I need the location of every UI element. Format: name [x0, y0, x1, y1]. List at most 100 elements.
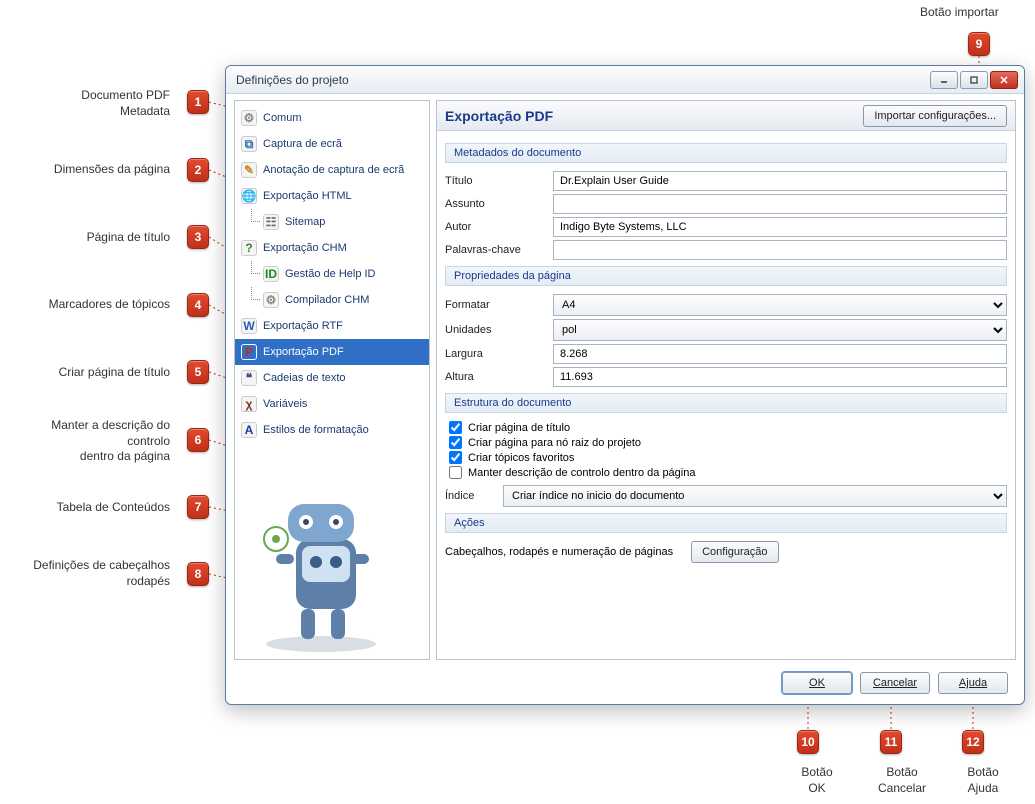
ok-button[interactable]: OK — [782, 672, 852, 694]
create-title-page-checkbox[interactable] — [449, 421, 462, 434]
capture-icon: ⧉ — [241, 136, 257, 152]
title-label: Título — [445, 175, 545, 187]
chmcomp-icon: ⚙ — [263, 292, 279, 308]
gear-icon: ⚙ — [241, 110, 257, 126]
annotation-badge-12: 12 — [962, 730, 984, 754]
window-title: Definições do projeto — [236, 73, 349, 87]
keep-control-desc-label: Manter descrição de controlo dentro da p… — [468, 467, 695, 479]
section-header-structure: Estrutura do documento — [445, 393, 1007, 413]
annotation-label-12: BotãoAjuda — [948, 765, 1018, 796]
width-label: Largura — [445, 348, 545, 360]
annotation-label-3: Página de título — [10, 230, 170, 246]
annotation-badge-6: 6 — [187, 428, 209, 452]
headers-footers-config-button[interactable]: Configuração — [691, 541, 778, 563]
index-select[interactable]: Criar índice no inicio do documento — [503, 485, 1007, 507]
nav-item-label: Anotação de captura de ecrã — [263, 164, 404, 176]
nav-item-styles[interactable]: A Estilos de formatação — [235, 417, 429, 443]
subject-input[interactable] — [553, 194, 1007, 214]
annotation-label-9: Botão importar — [920, 5, 1030, 21]
nav-item-pdf[interactable]: P Exportação PDF — [235, 339, 429, 365]
title-input[interactable] — [553, 171, 1007, 191]
annotation-label-2: Dimensões da página — [10, 162, 170, 178]
styles-icon: A — [241, 422, 257, 438]
nav-item-vars[interactable]: χVariáveis — [235, 391, 429, 417]
section-header-metadata: Metadados do documento — [445, 143, 1007, 163]
keywords-input[interactable] — [553, 240, 1007, 260]
keywords-label: Palavras-chave — [445, 244, 545, 256]
cancel-button[interactable]: Cancelar — [860, 672, 930, 694]
annotation-label-11: BotãoCancelar — [862, 765, 942, 796]
create-bookmarks-checkbox[interactable] — [449, 451, 462, 464]
annotation-badge-10: 10 — [797, 730, 819, 754]
nav-item-label: Exportação CHM — [263, 242, 347, 254]
nav-item-label: Exportação HTML — [263, 190, 352, 202]
nav-item-label: Captura de ecrã — [263, 138, 342, 150]
height-input[interactable] — [553, 367, 1007, 387]
project-settings-window: Definições do projeto ⚙ Comum ⧉ Captura de … — [225, 65, 1025, 705]
annotation-badge-9: 9 — [968, 32, 990, 56]
nav-item-rtf[interactable]: W Exportação RTF — [235, 313, 429, 339]
create-root-page-checkbox[interactable] — [449, 436, 462, 449]
nav-item-label: Gestão de Help ID — [285, 268, 376, 280]
nav-item-capture[interactable]: ⧉ Captura de ecrã — [235, 131, 429, 157]
annotation-label-6: Manter a descrição docontrolodentro da p… — [10, 418, 170, 465]
chm-icon: ? — [241, 240, 257, 256]
nav-item-helpid[interactable]: ID Gestão de Help ID — [235, 261, 429, 287]
nav-item-label: Exportação PDF — [263, 346, 344, 358]
annotation-label-5: Criar página de título — [10, 365, 170, 381]
window-close-button[interactable] — [990, 71, 1018, 89]
nav-item-gear[interactable]: ⚙ Comum — [235, 105, 429, 131]
nav-item-sitemap[interactable]: ☷Sitemap — [235, 209, 429, 235]
import-settings-button[interactable]: Importar configurações... — [863, 105, 1007, 127]
window-titlebar: Definições do projeto — [226, 66, 1024, 94]
subject-label: Assunto — [445, 198, 545, 210]
author-input[interactable] — [553, 217, 1007, 237]
vars-icon: χ — [241, 396, 257, 412]
annotation-label-4: Marcadores de tópicos — [10, 297, 170, 313]
window-maximize-button[interactable] — [960, 71, 988, 89]
panel-title: Exportação PDF — [445, 108, 863, 124]
headers-footers-label: Cabeçalhos, rodapés e numeração de págin… — [445, 546, 673, 558]
annotation-label-1: Documento PDFMetadata — [10, 88, 170, 119]
nav-item-chmcomp[interactable]: ⚙ Compilador CHM — [235, 287, 429, 313]
nav-item-strings[interactable]: ❝ Cadeias de texto — [235, 365, 429, 391]
nav-item-html[interactable]: 🌐Exportação HTML — [235, 183, 429, 209]
nav-item-chm[interactable]: ? Exportação CHM — [235, 235, 429, 261]
section-header-page: Propriedades da página — [445, 266, 1007, 286]
nav-item-label: Exportação RTF — [263, 320, 343, 332]
annotation-badge-4: 4 — [187, 293, 209, 317]
help-button[interactable]: Ajuda — [938, 672, 1008, 694]
nav-item-annotate[interactable]: ✎ Anotação de captura de ecrã — [235, 157, 429, 183]
nav-item-label: Cadeias de texto — [263, 372, 346, 384]
annotation-label-8: Definições de cabeçalhosrodapés — [10, 558, 170, 589]
nav-item-label: Estilos de formatação — [263, 424, 369, 436]
nav-item-label: Compilador CHM — [285, 294, 369, 306]
rtf-icon: W — [241, 318, 257, 334]
section-header-actions: Ações — [445, 513, 1007, 533]
create-title-page-label: Criar página de título — [468, 422, 570, 434]
format-label: Formatar — [445, 299, 545, 311]
strings-icon: ❝ — [241, 370, 257, 386]
annotation-badge-3: 3 — [187, 225, 209, 249]
settings-panel: Exportação PDF Importar configurações...… — [436, 100, 1016, 660]
nav-item-label: Comum — [263, 112, 302, 124]
width-input[interactable] — [553, 344, 1007, 364]
pdf-icon: P — [241, 344, 257, 360]
format-select[interactable]: A4 — [553, 294, 1007, 316]
create-bookmarks-label: Criar tópicos favoritos — [468, 452, 574, 464]
annotation-badge-1: 1 — [187, 90, 209, 114]
annotation-badge-8: 8 — [187, 562, 209, 586]
helpid-icon: ID — [263, 266, 279, 282]
annotate-icon: ✎ — [241, 162, 257, 178]
units-label: Unidades — [445, 324, 545, 336]
annotation-badge-11: 11 — [880, 730, 902, 754]
nav-item-label: Sitemap — [285, 216, 325, 228]
annotation-badge-7: 7 — [187, 495, 209, 519]
annotation-badge-2: 2 — [187, 158, 209, 182]
annotation-badge-5: 5 — [187, 360, 209, 384]
annotation-label-10: BotãoOK — [782, 765, 852, 796]
keep-control-desc-checkbox[interactable] — [449, 466, 462, 479]
units-select[interactable]: pol — [553, 319, 1007, 341]
window-minimize-button[interactable] — [930, 71, 958, 89]
height-label: Altura — [445, 371, 545, 383]
